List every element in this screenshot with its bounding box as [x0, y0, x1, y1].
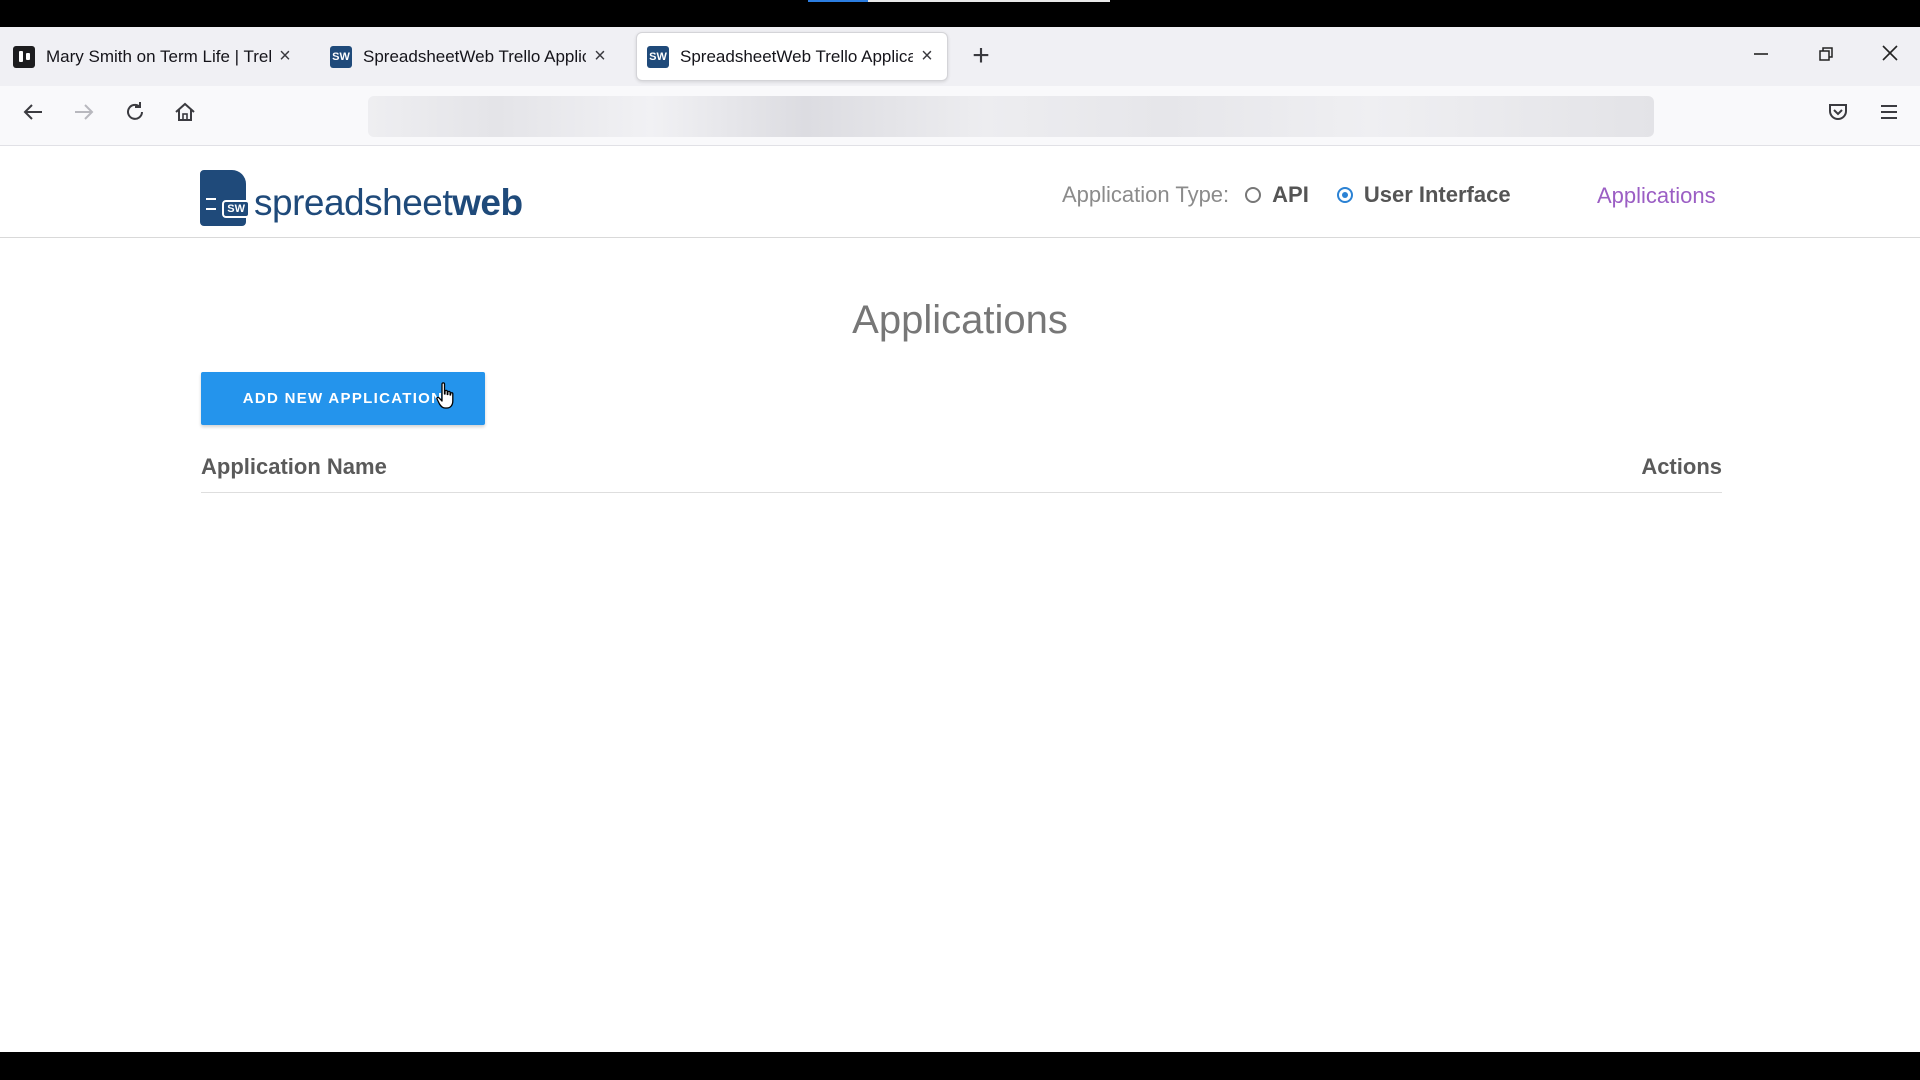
document-icon: SW — [200, 170, 250, 226]
page-title: Applications — [852, 298, 1068, 342]
restore-icon — [1819, 47, 1833, 61]
back-button[interactable] — [13, 96, 53, 136]
sw-icon: SW — [647, 45, 669, 68]
radio-api[interactable] — [1245, 187, 1262, 203]
application-type-label: Application Type: — [1062, 182, 1230, 207]
column-header-application-name: Application Name — [201, 454, 387, 479]
tab-spreadsheetweb-1[interactable]: SW SpreadsheetWeb Trello Applicat × — [320, 32, 620, 81]
sw-icon: SW — [330, 45, 352, 68]
pocket-button[interactable] — [1818, 96, 1858, 136]
close-window-button[interactable] — [1862, 35, 1918, 75]
navigation-bar — [0, 86, 1920, 146]
spreadsheetweb-logo[interactable]: SW spreadsheetweb — [200, 170, 523, 226]
forward-button[interactable] — [64, 96, 104, 136]
close-icon[interactable]: × — [917, 45, 937, 68]
pocket-icon — [1829, 104, 1847, 120]
new-tab-button[interactable]: + — [964, 37, 998, 75]
radio-user-interface[interactable] — [1336, 187, 1353, 203]
minimize-icon — [1754, 53, 1768, 55]
tab-title: SpreadsheetWeb Trello Applicat — [363, 46, 586, 66]
close-icon[interactable]: × — [590, 45, 610, 68]
option-api-label[interactable]: API — [1272, 182, 1309, 208]
url-input[interactable] — [368, 96, 1654, 137]
close-icon[interactable]: × — [275, 45, 295, 68]
tab-trello[interactable]: Mary Smith on Term Life | Trello × — [3, 32, 305, 81]
close-icon — [1882, 45, 1898, 61]
application-type-selector: Application Type: API User Interface — [1062, 182, 1511, 208]
hamburger-menu-icon — [1881, 105, 1897, 119]
tab-title: Mary Smith on Term Life | Trello — [46, 46, 271, 66]
column-header-actions: Actions — [1641, 454, 1722, 479]
reload-icon — [127, 102, 143, 120]
app-header: SW spreadsheetweb Application Type: API … — [0, 146, 1920, 238]
home-button[interactable] — [165, 96, 205, 136]
menu-button[interactable] — [1869, 96, 1909, 136]
option-user-interface-label[interactable]: User Interface — [1364, 182, 1511, 208]
tab-spreadsheetweb-2[interactable]: SW SpreadsheetWeb Trello Applicat × — [636, 32, 948, 81]
arrow-right-icon — [75, 104, 94, 120]
page-content: SW spreadsheetweb Application Type: API … — [0, 146, 1920, 1052]
arrow-left-icon — [23, 104, 42, 120]
applications-table-header: Application Name Actions — [201, 454, 1722, 493]
restore-button[interactable] — [1798, 35, 1854, 75]
tab-strip: Mary Smith on Term Life | Trello × SW Sp… — [0, 27, 1920, 86]
browser-window: Mary Smith on Term Life | Trello × SW Sp… — [0, 27, 1920, 1052]
reload-button[interactable] — [115, 96, 155, 136]
loading-progress — [808, 0, 1110, 2]
hand-cursor-icon — [436, 382, 454, 409]
trello-icon — [13, 45, 35, 68]
minimize-button[interactable] — [1733, 35, 1789, 75]
tab-title: SpreadsheetWeb Trello Applicat — [680, 46, 913, 66]
home-icon — [175, 102, 195, 121]
nav-link-applications[interactable]: Applications — [1597, 183, 1716, 209]
